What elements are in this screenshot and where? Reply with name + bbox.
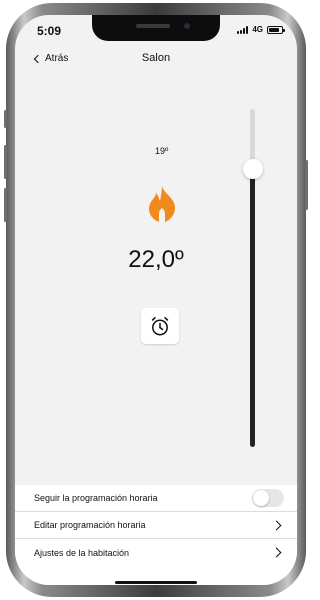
nav-bar: Atrás Salon — [15, 51, 297, 73]
schedule-follow-row[interactable]: Seguir la programación horaria — [15, 485, 297, 512]
notch — [92, 15, 220, 41]
mute-switch — [4, 110, 7, 128]
status-indicators: 4G — [237, 25, 285, 34]
front-camera — [184, 23, 190, 29]
timer-button[interactable] — [141, 308, 179, 344]
schedule-follow-toggle[interactable] — [252, 489, 284, 507]
page-title: Salon — [141, 52, 171, 64]
schedule-follow-label: Seguir la programación horaria — [34, 493, 158, 503]
power-button — [305, 160, 308, 210]
home-indicator[interactable] — [115, 581, 197, 584]
screen: 5:09 4G Atrás Salon 19º 22,0º Seguir la … — [15, 15, 297, 585]
stopwatch-icon — [151, 317, 169, 336]
chevron-right-icon — [271, 520, 282, 530]
setpoint-label: 19º — [155, 146, 169, 156]
room-settings-row[interactable]: Ajustes de la habitación — [15, 539, 297, 566]
battery-icon — [267, 25, 285, 34]
edit-schedule-label: Editar programación horaria — [34, 520, 146, 530]
network-type: 4G — [252, 25, 263, 34]
settings-list: Seguir la programación horaria Editar pr… — [15, 485, 297, 566]
edit-schedule-row[interactable]: Editar programación horaria — [15, 512, 297, 539]
speaker-grille — [136, 24, 170, 28]
signal-icon — [237, 25, 249, 34]
temperature-slider-thumb[interactable] — [243, 159, 263, 179]
status-time: 5:09 — [37, 24, 62, 38]
volume-down-button — [4, 188, 7, 222]
room-settings-label: Ajustes de la habitación — [34, 547, 130, 558]
volume-up-button — [4, 145, 7, 179]
flame-icon — [149, 186, 175, 222]
chevron-right-icon — [271, 547, 282, 558]
